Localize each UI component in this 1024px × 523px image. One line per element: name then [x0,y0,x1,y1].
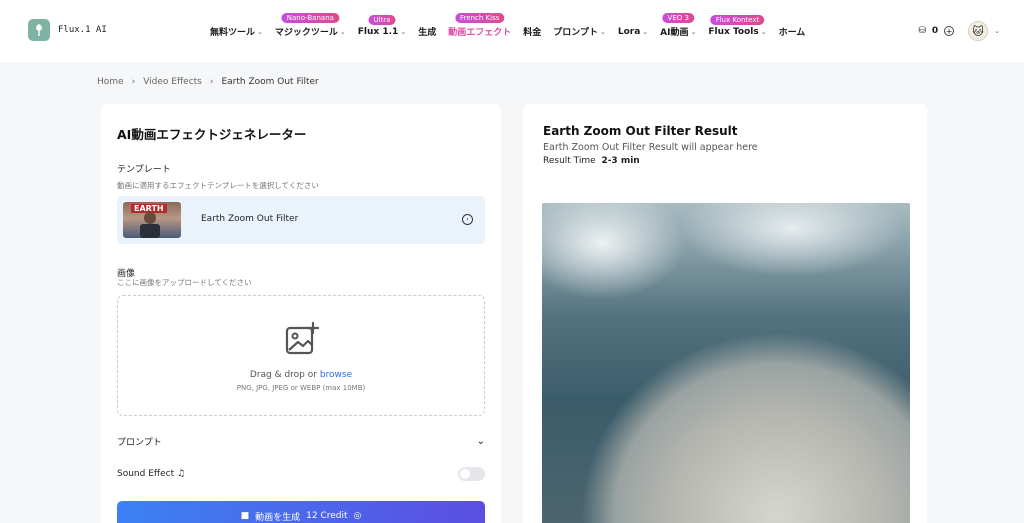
template-label: テンプレート [117,165,171,175]
breadcrumb: Home › Video Effects › Earth Zoom Out Fi… [97,77,319,87]
chevron-down-icon: ⌄ [339,27,346,36]
nav-item-4[interactable]: 動画エフェクト French Kiss [448,13,512,38]
logo[interactable]: Flux.1 AI [28,19,107,41]
template-thumbnail: EARTH [123,202,181,238]
chevron-down-icon: ⌄ [642,27,649,36]
nav-label: プロンプト [553,28,598,38]
image-hint: ここに画像をアップロードしてください [117,278,252,287]
generate-label: 動画を生成 [255,512,301,523]
breadcrumb-home[interactable]: Home [97,77,124,87]
nav-label: 料金 [523,28,542,38]
chevron-right-icon: › [131,77,136,87]
template-selector[interactable]: EARTH Earth Zoom Out Filter › [117,196,485,244]
generator-panel: AI動画エフェクトジェネレーター テンプレート 動画に適用するエフェクトテンプレ… [101,104,501,523]
drop-text: Drag & drop or [249,370,320,380]
nav-label: Lora [617,26,641,37]
nav-item-1[interactable]: マジックツール ⌄ Nano-Banana [274,13,346,38]
chevron-down-icon: ⌄ [760,27,767,36]
chevron-down-icon: ⌄ [690,27,697,36]
toggle-knob [460,469,470,479]
prompt-label: プロンプト [117,438,162,448]
nav-item-9[interactable]: Flux Tools ⌄ Flux Kontext [708,14,767,37]
nav-label: Flux 1.1 [357,26,399,37]
nav-item-7[interactable]: Lora ⌄ [618,27,648,37]
header-actions: ⛁ 0 + 🐱 ⌄ [918,21,1000,41]
result-preview-image [542,203,910,523]
result-time-label: Result Time [543,156,596,166]
nav-item-3[interactable]: 生成 [418,25,436,38]
nav-badge: Flux Kontext [710,14,765,25]
chevron-down-icon[interactable]: ⌄ [994,27,1000,35]
nav-label: ホーム [778,28,806,38]
result-subtitle: Earth Zoom Out Filter Result will appear… [543,142,758,153]
result-title: Earth Zoom Out Filter Result [543,124,738,138]
credit-count: 0 [931,26,939,36]
nav-label: 動画エフェクト [448,28,512,38]
nav-label: 無料ツール [210,28,256,38]
nav-label: マジックツール [274,28,338,38]
format-hint: PNG, JPG, JPEG or WEBP (max 10MB) [236,384,366,392]
chevron-right-icon: › [209,77,214,87]
nav-item-0[interactable]: 無料ツール ⌄ [210,25,263,39]
chevron-down-icon: ⌄ [599,27,606,36]
panel-title: AI動画エフェクトジェネレーター [117,127,307,142]
nav-label: AI動画 [660,28,689,38]
breadcrumb-current: Earth Zoom Out Filter [221,77,319,87]
avatar[interactable]: 🐱 [968,21,989,41]
sound-effect-label: Sound Effect ♫ [117,469,185,479]
chevron-down-icon: ⌄ [257,27,263,36]
result-time: Result Time 2-3 min [543,156,640,166]
prompt-toggle-row[interactable]: プロンプト ⌄ [117,435,485,448]
add-image-icon [285,321,320,355]
nav-badge: Ultra [368,14,396,25]
sound-effect-text: Sound Effect [117,469,175,479]
credit-cost: 12 Credit [306,511,348,521]
nav-badge: VEO 3 [662,13,694,23]
template-name: Earth Zoom Out Filter [201,214,299,224]
sound-effect-toggle[interactable] [458,467,485,481]
nav-badge: Nano-Banana [281,13,339,23]
nav-item-8[interactable]: AI動画 ⌄ VEO 3 [660,13,697,38]
dropzone-text: Drag & drop or browse [118,370,484,380]
nav-badge: French Kiss [455,13,505,23]
music-note-icon: ♫ [176,469,186,479]
image-dropzone[interactable]: Drag & drop or browse PNG, JPG, JPEG or … [117,295,485,416]
browse-link[interactable]: browse [320,370,352,380]
logo-text: Flux.1 AI [58,25,107,35]
sound-effect-row: Sound Effect ♫ [117,467,485,481]
nav-label: Flux Tools [708,26,759,37]
add-credit-icon[interactable]: + [944,26,955,36]
result-time-value: 2-3 min [601,156,640,166]
chevron-down-icon: ⌄ [400,27,407,36]
nav-item-10[interactable]: ホーム [779,25,806,38]
template-hint: 動画に適用するエフェクトテンプレートを選択してください [117,181,319,190]
chevron-down-icon[interactable]: ⌄ [477,436,485,447]
coin-icon: ⛁ [918,26,926,36]
result-panel: Earth Zoom Out Filter Result Earth Zoom … [523,104,927,523]
generate-video-button[interactable]: ■ 動画を生成 12 Credit ◎ [117,501,485,523]
breadcrumb-section[interactable]: Video Effects [143,77,202,87]
main-nav: 無料ツール ⌄ マジックツール ⌄ Nano-Banana Flux 1.1 ⌄ Ultra 生… [210,13,817,39]
nav-label: 生成 [418,28,437,38]
top-header: Flux.1 AI 無料ツール ⌄ マジックツール ⌄ Nano-Banana Flux … [0,0,1024,62]
nav-item-6[interactable]: プロンプト ⌄ [553,25,606,39]
video-camera-icon: ■ [240,511,250,521]
nav-item-5[interactable]: 料金 [523,25,541,38]
logo-icon [28,19,50,41]
nav-item-2[interactable]: Flux 1.1 ⌄ Ultra [357,14,407,37]
arrow-right-icon[interactable]: › [462,214,473,225]
coins-icon: ◎ [353,511,362,521]
